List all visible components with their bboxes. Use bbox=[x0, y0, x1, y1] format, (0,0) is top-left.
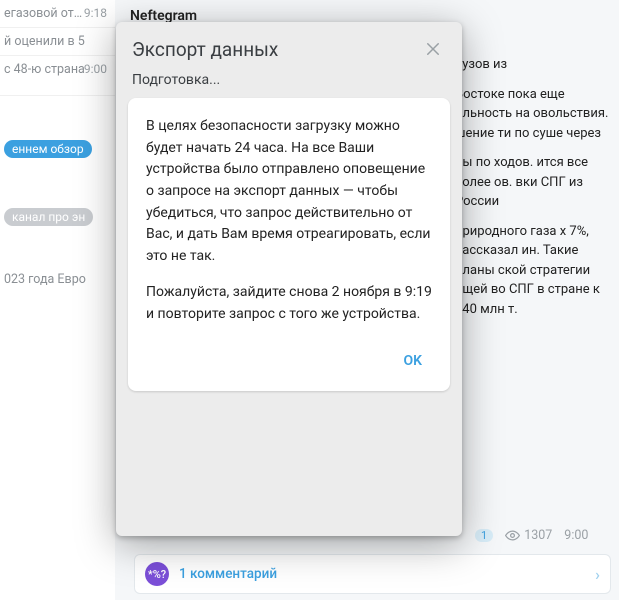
modal-body: В целях безопасности загрузку можно буде… bbox=[128, 98, 450, 391]
modal-paragraph: В целях безопасности загрузку можно буде… bbox=[146, 116, 432, 268]
close-button[interactable] bbox=[420, 36, 446, 62]
export-modal: Экспорт данных Подготовка... В целях без… bbox=[116, 22, 462, 536]
close-icon bbox=[424, 40, 442, 58]
modal-paragraph: Пожалуйста, зайдите снова 2 ноября в 9:1… bbox=[146, 282, 432, 325]
modal-header: Экспорт данных bbox=[116, 22, 462, 72]
ok-button[interactable]: OK bbox=[393, 343, 432, 381]
modal-status: Подготовка... bbox=[116, 72, 462, 98]
modal-actions: OK bbox=[146, 339, 432, 381]
modal-title: Экспорт данных bbox=[132, 38, 278, 61]
